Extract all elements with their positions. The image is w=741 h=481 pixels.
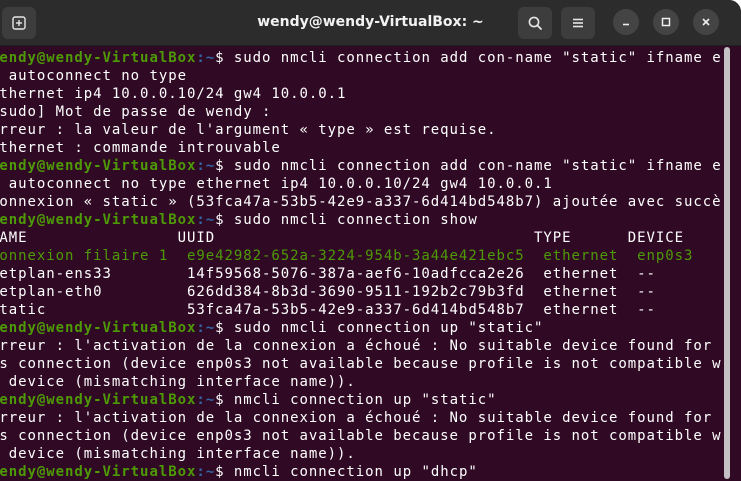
table-row: netplan-ens33 14f59568-5076-387a-aef6-10… (0, 266, 656, 282)
table-header: NAME UUID TYPE DEVICE (0, 230, 685, 246)
prompt-symbol: $ (215, 50, 225, 66)
output-line: 0 autoconnect no type ethernet ip4 10.0.… (0, 176, 553, 192)
output-line: h device (mismatching interface name)). (0, 446, 356, 462)
prompt-path: :~ (196, 392, 216, 408)
command-text: sudo nmcli connection show (224, 212, 478, 228)
output-line: Connexion « static » (53fca47a-53b5-42e9… (0, 194, 722, 210)
table-row: static 53fca47a-53b5-42e9-a337-6d414bd54… (0, 302, 656, 318)
search-button[interactable] (518, 7, 552, 39)
command-line: wendy@wendy-VirtualBox:~$ nmcli connecti… (0, 463, 478, 481)
prompt-symbol: $ (215, 212, 225, 228)
prompt-user: wendy@wendy-VirtualBox (0, 212, 197, 228)
close-icon (702, 18, 710, 26)
scrollbar[interactable] (724, 47, 730, 479)
table-row-active: Connexion filaire 1 e9e42982-652a-3224-9… (0, 248, 694, 264)
output-line: is connection (device enp0s3 not availab… (0, 356, 722, 372)
prompt-path: :~ (196, 158, 216, 174)
output-line: ethernet : commande introuvable (0, 140, 281, 156)
prompt-path: :~ (196, 320, 216, 336)
titlebar: wendy@wendy-VirtualBox: ~ (0, 0, 741, 46)
hamburger-menu-icon (573, 18, 583, 28)
prompt-path: :~ (196, 50, 216, 66)
minimize-icon (623, 23, 629, 26)
command-text: sudo nmcli connection add con-name "stat… (224, 50, 722, 66)
output-line: Erreur : l'activation de la connexion a … (0, 410, 722, 426)
command-text: sudo nmcli connection up "static" (224, 320, 544, 336)
prompt-path: :~ (196, 212, 216, 228)
command-text: nmcli connection up "static" (224, 392, 497, 408)
output-line: ethernet ip4 10.0.0.10/24 gw4 10.0.0.1 (0, 86, 347, 102)
maximize-icon (661, 17, 671, 27)
prompt-user: wendy@wendy-VirtualBox (0, 320, 197, 336)
prompt-symbol: $ (215, 392, 225, 408)
prompt-user: wendy@wendy-VirtualBox (0, 158, 197, 174)
prompt-symbol: $ (215, 158, 225, 174)
prompt-user: wendy@wendy-VirtualBox (0, 464, 197, 480)
maximize-button[interactable] (653, 9, 679, 35)
command-line: wendy@wendy-VirtualBox:~$ nmcli connecti… (0, 391, 496, 409)
output-line: is connection (device enp0s3 not availab… (0, 428, 722, 444)
command-line: wendy@wendy-VirtualBox:~$ sudo nmcli con… (0, 319, 543, 337)
prompt-path: :~ (196, 464, 216, 480)
command-line: wendy@wendy-VirtualBox:~$ sudo nmcli con… (0, 49, 722, 67)
command-line: wendy@wendy-VirtualBox:~$ sudo nmcli con… (0, 157, 722, 175)
table-row: netplan-eth0 626dd384-8b3d-3690-9511-192… (0, 284, 656, 300)
close-button[interactable] (693, 9, 719, 35)
output-line: [sudo] Mot de passe de wendy : (0, 104, 272, 120)
output-line: 0 autoconnect no type (0, 68, 187, 84)
command-text: nmcli connection up "dhcp" (224, 464, 478, 480)
terminal-output[interactable]: wendy@wendy-VirtualBox:~$ sudo nmcli con… (0, 46, 722, 481)
prompt-user: wendy@wendy-VirtualBox (0, 50, 197, 66)
prompt-user: wendy@wendy-VirtualBox (0, 392, 197, 408)
prompt-symbol: $ (215, 320, 225, 336)
terminal-window: wendy@wendy-VirtualBox: ~ wendy@wendy-Vi… (0, 0, 741, 481)
output-line: Erreur : l'activation de la connexion a … (0, 338, 722, 354)
command-line: wendy@wendy-VirtualBox:~$ sudo nmcli con… (0, 211, 478, 229)
minimize-button[interactable] (613, 9, 639, 35)
menu-button[interactable] (561, 7, 595, 39)
command-text: sudo nmcli connection add con-name "stat… (224, 158, 722, 174)
search-icon (528, 16, 542, 30)
prompt-symbol: $ (215, 464, 225, 480)
output-line: Erreur : la valeur de l'argument « type … (0, 122, 497, 138)
output-line: h device (mismatching interface name)). (0, 374, 356, 390)
